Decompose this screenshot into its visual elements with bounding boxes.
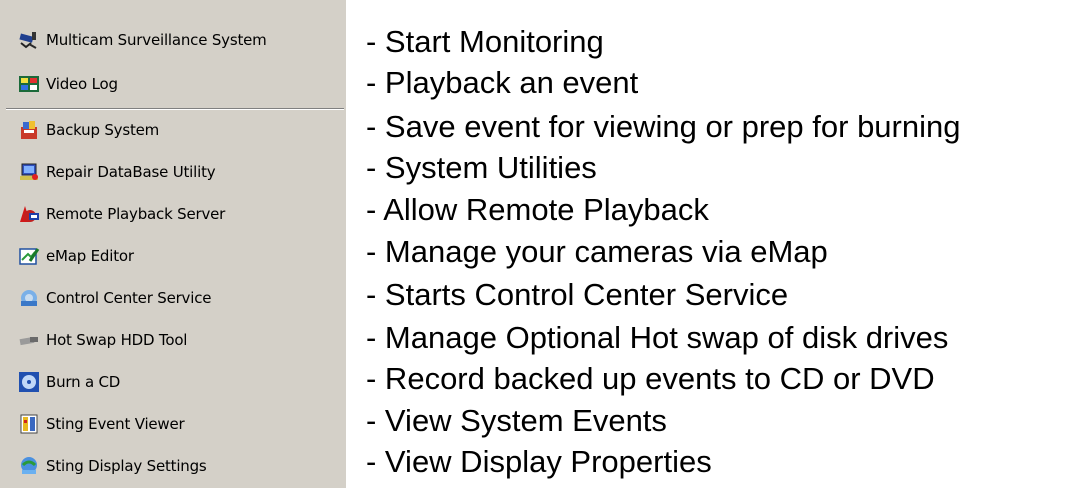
description-display-properties: - View Display Properties [366,444,712,479]
event-viewer-icon [20,414,38,434]
description-system-utilities: - System Utilities [366,150,597,185]
menu-item-label: Repair DataBase Utility [46,163,216,181]
menu-item-backup-system[interactable]: Backup System [0,110,346,150]
menu-item-multicam-surveillance-system[interactable]: Multicam Surveillance System [0,20,346,60]
description-control-center-service: - Starts Control Center Service [366,277,789,312]
menu-item-burn-a-cd[interactable]: Burn a CD [0,362,346,402]
description-hot-swap: - Manage Optional Hot swap of disk drive… [366,320,949,355]
description-record-cd-dvd: - Record backed up events to CD or DVD [366,361,935,396]
backup-icon [21,121,37,139]
menu-item-label: Sting Display Settings [46,457,207,475]
description-manage-cameras-emap: - Manage your cameras via eMap [366,234,828,269]
menu-item-sting-display-settings[interactable]: Sting Display Settings [0,446,346,486]
description-start-monitoring: - Start Monitoring [366,24,604,59]
menu-item-label: Burn a CD [46,373,121,391]
menu-item-label: Control Center Service [46,289,212,307]
description-remote-playback: - Allow Remote Playback [366,192,709,227]
video-log-icon [19,76,39,92]
menu-item-emap-editor[interactable]: eMap Editor [0,236,346,276]
description-system-events: - View System Events [366,403,667,438]
menu-item-sting-event-viewer[interactable]: Sting Event Viewer [0,404,346,444]
emap-editor-icon [19,248,40,265]
menu-item-label: Sting Event Viewer [46,415,185,433]
burn-cd-icon [19,372,39,392]
menu-item-label: Video Log [46,75,118,93]
menu-item-label: eMap Editor [46,247,134,265]
menu-item-hot-swap-hdd-tool[interactable]: Hot Swap HDD Tool [0,320,346,360]
remote-playback-icon [20,206,39,222]
menu-item-remote-playback-server[interactable]: Remote Playback Server [0,194,346,234]
menu-item-video-log[interactable]: Video Log [0,64,346,104]
repair-database-icon [20,163,38,180]
display-settings-icon [21,457,37,474]
description-playback-event: - Playback an event [366,65,639,100]
hot-swap-hdd-icon [19,336,38,346]
start-menu-panel: Multicam Surveillance System Video Log B… [0,0,346,488]
menu-item-control-center-service[interactable]: Control Center Service [0,278,346,318]
surveillance-camera-icon [19,32,37,49]
menu-item-label: Multicam Surveillance System [46,31,267,49]
menu-item-label: Hot Swap HDD Tool [46,331,188,349]
description-save-event: - Save event for viewing or prep for bur… [366,109,961,144]
menu-item-label: Remote Playback Server [46,205,226,223]
menu-item-label: Backup System [46,121,160,139]
control-center-icon [21,290,37,306]
menu-item-repair-database-utility[interactable]: Repair DataBase Utility [0,152,346,192]
